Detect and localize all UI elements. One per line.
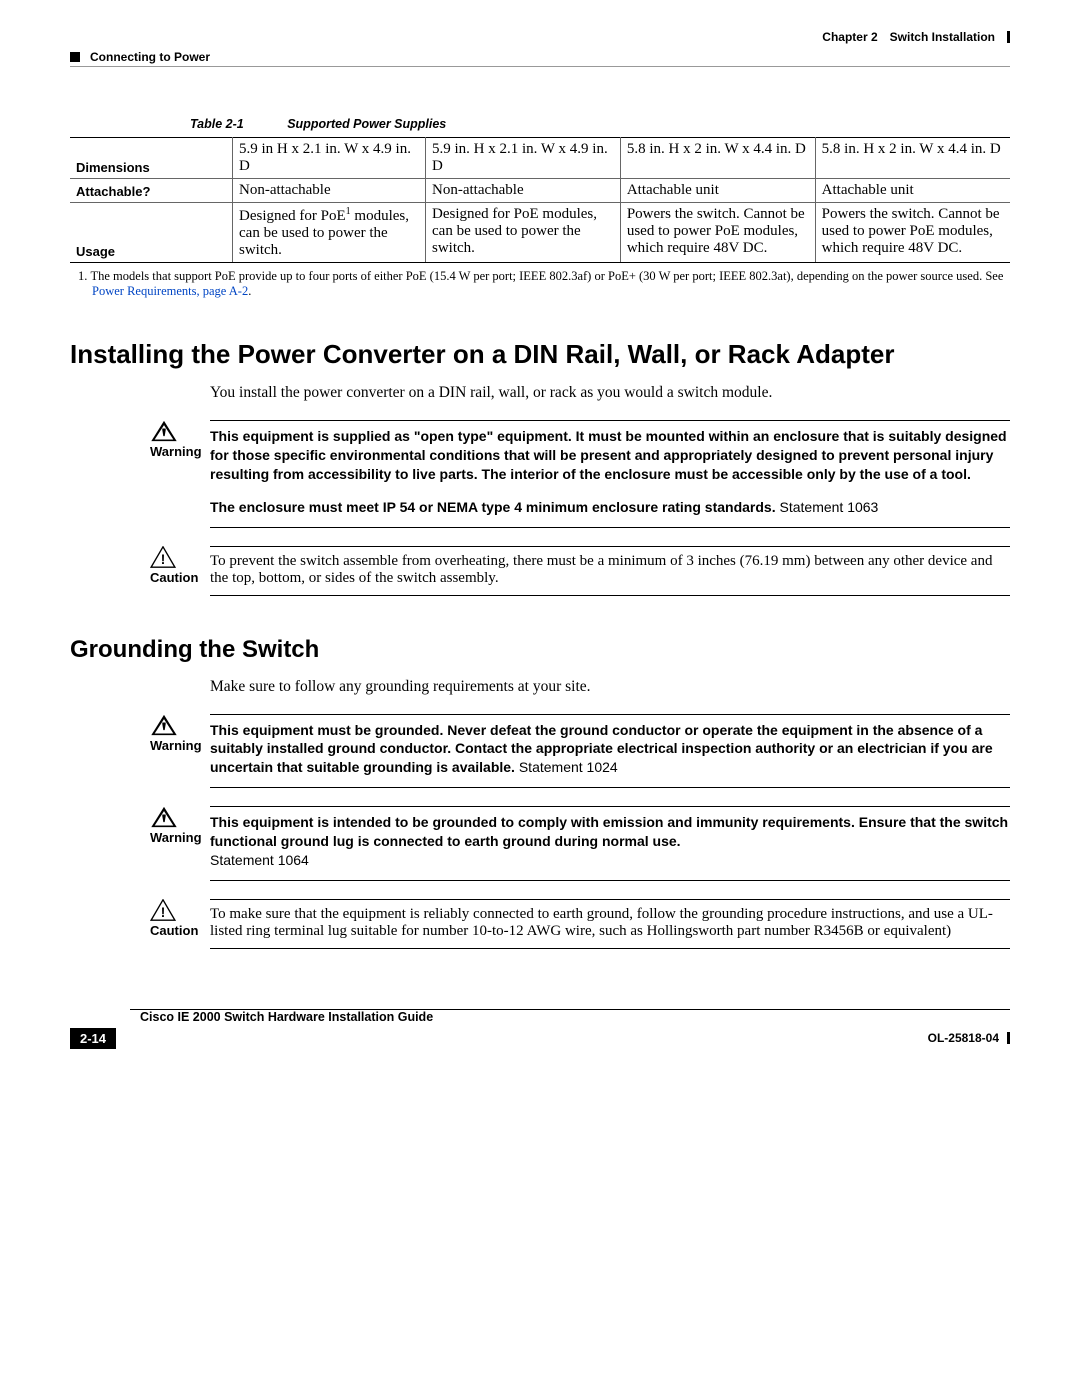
caution-admonition: ! Caution To make sure that the equipmen… [70, 899, 1010, 940]
warning-label: Warning [150, 830, 202, 845]
section-breadcrumb: Connecting to Power [90, 50, 210, 64]
table-row: Usage Designed for PoE1 modules, can be … [70, 203, 1010, 263]
table-number: Table 2-1 [190, 117, 244, 131]
table-row: Dimensions 5.9 in H x 2.1 in. W x 4.9 in… [70, 138, 1010, 179]
document-number: OL-25818-04 [928, 1031, 1010, 1045]
caution-icon: ! [150, 546, 176, 568]
warning-icon [150, 714, 178, 736]
svg-text:!: ! [161, 551, 166, 566]
warning-text: The enclosure must meet IP 54 or NEMA ty… [210, 498, 1010, 517]
header-square-icon [70, 52, 80, 62]
row-label: Usage [70, 203, 233, 263]
warning-text: This equipment is supplied as "open type… [210, 427, 1010, 484]
caution-admonition: ! Caution To prevent the switch assemble… [70, 546, 1010, 587]
svg-text:!: ! [161, 905, 166, 920]
caution-label: Caution [150, 570, 198, 585]
table-row: Attachable? Non-attachable Non-attachabl… [70, 179, 1010, 203]
caution-icon: ! [150, 899, 176, 921]
power-supplies-table: Dimensions 5.9 in H x 2.1 in. W x 4.9 in… [70, 137, 1010, 263]
warning-label: Warning [150, 444, 202, 459]
table-cell: Non-attachable [233, 179, 426, 203]
table-footnote: 1. The models that support PoE provide u… [92, 269, 1010, 299]
table-cell: Designed for PoE1 modules, can be used t… [233, 203, 426, 263]
warning-admonition: Warning This equipment is intended to be… [70, 806, 1010, 881]
page-header: Chapter 2 Switch Installation [70, 30, 1010, 44]
heading-install-power-converter: Installing the Power Converter on a DIN … [70, 339, 1010, 370]
row-label: Attachable? [70, 179, 233, 203]
page-footer: Cisco IE 2000 Switch Hardware Installati… [70, 1009, 1010, 1049]
table-cell: 5.9 in. H x 2.1 in. W x 4.9 in. D [426, 138, 621, 179]
chapter-label: Chapter 2 [822, 30, 877, 44]
warning-admonition: Warning This equipment must be grounded.… [70, 714, 1010, 789]
heading-grounding: Grounding the Switch [70, 636, 1010, 664]
table-title: Supported Power Supplies [287, 117, 446, 131]
footer-guide-title: Cisco IE 2000 Switch Hardware Installati… [140, 1010, 1010, 1024]
table-cell: Powers the switch. Cannot be used to pow… [620, 203, 815, 263]
warning-icon [150, 806, 178, 828]
table-cell: Powers the switch. Cannot be used to pow… [815, 203, 1010, 263]
table-caption: Table 2-1 Supported Power Supplies [190, 117, 1010, 131]
warning-admonition: Warning This equipment is supplied as "o… [70, 420, 1010, 528]
warning-label: Warning [150, 738, 202, 753]
row-label: Dimensions [70, 138, 233, 179]
page-number-badge: 2-14 [70, 1028, 116, 1049]
caution-text: To prevent the switch assemble from over… [210, 546, 1010, 587]
body-text: You install the power converter on a DIN… [210, 384, 1010, 402]
table-cell: 5.8 in. H x 2 in. W x 4.4 in. D [815, 138, 1010, 179]
chapter-title: Switch Installation [890, 30, 995, 44]
warning-text: This equipment is intended to be grounde… [210, 806, 1010, 881]
table-cell: Attachable unit [620, 179, 815, 203]
footnote-link[interactable]: Power Requirements, page A-2 [92, 284, 248, 298]
body-text: Make sure to follow any grounding requir… [210, 678, 1010, 696]
table-cell: Non-attachable [426, 179, 621, 203]
warning-text: This equipment must be grounded. Never d… [210, 714, 1010, 789]
footer-bar-icon [1007, 1032, 1010, 1044]
caution-text: To make sure that the equipment is relia… [210, 899, 1010, 940]
caution-label: Caution [150, 923, 198, 938]
table-cell: 5.9 in H x 2.1 in. W x 4.9 in. D [233, 138, 426, 179]
table-cell: 5.8 in. H x 2 in. W x 4.4 in. D [620, 138, 815, 179]
warning-icon [150, 420, 178, 442]
header-bar-icon [1007, 31, 1010, 43]
table-cell: Designed for PoE modules, can be used to… [426, 203, 621, 263]
table-cell: Attachable unit [815, 179, 1010, 203]
